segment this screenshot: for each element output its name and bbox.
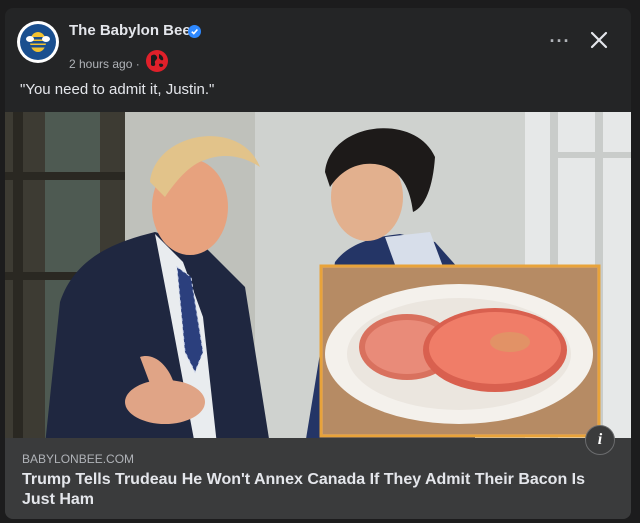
verified-badge-icon (188, 25, 201, 38)
link-domain: BABYLONBEE.COM (22, 452, 135, 466)
article-image[interactable] (5, 112, 631, 445)
post-caption: "You need to admit it, Justin." (20, 81, 215, 98)
post-header: The Babylon Bee 2 hours ago · ··· "You n… (5, 8, 631, 112)
more-options-icon[interactable]: ··· (549, 30, 571, 52)
post-timestamp[interactable]: 2 hours ago (69, 57, 132, 71)
globe-icon[interactable] (144, 48, 170, 74)
info-icon[interactable]: i (585, 425, 615, 455)
meta-separator: · (135, 57, 140, 71)
link-headline[interactable]: Trump Tells Trudeau He Won't Annex Canad… (22, 470, 612, 510)
page-avatar[interactable] (17, 21, 59, 63)
post-meta: 2 hours ago · (69, 57, 140, 71)
close-icon[interactable] (587, 28, 611, 52)
link-preview[interactable]: BABYLONBEE.COM Trump Tells Trudeau He Wo… (5, 438, 631, 519)
page-name-link[interactable]: The Babylon Bee (69, 22, 191, 39)
babylon-bee-logo-icon (20, 24, 56, 60)
post-card: The Babylon Bee 2 hours ago · ··· "You n… (5, 8, 631, 519)
